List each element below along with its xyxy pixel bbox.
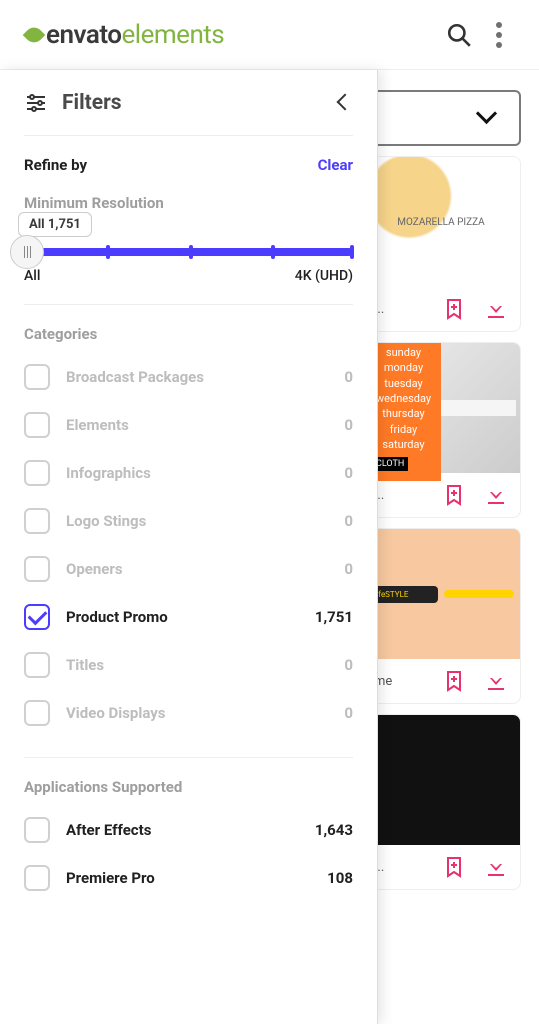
download-icon[interactable] xyxy=(484,297,508,321)
category-option[interactable]: Infographics 0 xyxy=(24,449,353,497)
overflow-menu-button[interactable] xyxy=(479,15,519,55)
brand-word-1: envato xyxy=(46,20,121,50)
slider-max-label: 4K (UHD) xyxy=(295,268,353,284)
checkbox[interactable] xyxy=(24,412,50,438)
option-label: Infographics xyxy=(66,464,151,482)
category-option[interactable]: Titles 0 xyxy=(24,641,353,689)
thumb-caption: sunday monday tuesday wednesday thursday… xyxy=(372,345,435,453)
result-card[interactable]: sunday monday tuesday wednesday thursday… xyxy=(361,342,521,518)
result-card[interactable]: ... xyxy=(361,714,521,890)
category-option[interactable]: Openers 0 xyxy=(24,545,353,593)
option-count: 0 xyxy=(344,656,353,674)
thumb-caption: MOZARELLA PIZZA xyxy=(397,217,484,228)
option-count: 0 xyxy=(344,560,353,578)
categories-heading: Categories xyxy=(24,325,353,343)
collapse-panel-button[interactable] xyxy=(335,94,353,112)
checkbox[interactable] xyxy=(24,700,50,726)
option-label: Logo Stings xyxy=(66,512,146,530)
checkbox[interactable] xyxy=(24,508,50,534)
slider-track xyxy=(24,248,353,256)
resolution-slider[interactable]: All 1,751 All 4K (UHD) xyxy=(24,248,353,284)
checkbox[interactable] xyxy=(24,364,50,390)
checkbox[interactable] xyxy=(24,460,50,486)
filters-header: Filters xyxy=(24,70,353,136)
option-count: 0 xyxy=(344,464,353,482)
application-option[interactable]: Premiere Pro 108 xyxy=(24,854,353,902)
applications-heading: Applications Supported xyxy=(24,778,353,796)
applications-section: Applications Supported After Effects 1,6… xyxy=(24,758,353,922)
option-label: Titles xyxy=(66,656,104,674)
search-icon xyxy=(446,22,472,48)
card-actions: me xyxy=(362,659,520,703)
option-label: Openers xyxy=(66,560,123,578)
sort-dropdown[interactable] xyxy=(361,90,521,146)
option-label: Elements xyxy=(66,416,129,434)
overflow-icon xyxy=(496,22,502,28)
checkbox[interactable] xyxy=(24,865,50,891)
refine-by-label: Refine by xyxy=(24,156,87,174)
checkbox[interactable] xyxy=(24,604,50,630)
clear-filters-link[interactable]: Clear xyxy=(318,156,353,174)
slider-handle[interactable] xyxy=(10,235,44,269)
option-count: 0 xyxy=(344,416,353,434)
option-count: 0 xyxy=(344,368,353,386)
option-count: 0 xyxy=(344,704,353,722)
results-column: MOZARELLA PIZZA ... sunday monday tuesda… xyxy=(361,90,521,890)
search-button[interactable] xyxy=(439,15,479,55)
option-count: 1,751 xyxy=(315,608,353,626)
option-label: Video Displays xyxy=(66,704,166,722)
category-option[interactable]: Video Displays 0 xyxy=(24,689,353,737)
topbar: envato elements xyxy=(0,0,539,70)
slider-tooltip: All 1,751 xyxy=(18,212,92,237)
option-count: 1,643 xyxy=(315,821,353,839)
result-card[interactable]: MOZARELLA PIZZA ... xyxy=(361,156,521,332)
card-actions: ... xyxy=(362,845,520,889)
sliders-icon xyxy=(24,91,48,115)
category-option[interactable]: Broadcast Packages 0 xyxy=(24,353,353,401)
filters-title: Filters xyxy=(62,91,122,115)
card-thumbnail: LifeSTYLE xyxy=(362,529,520,659)
option-label: Product Promo xyxy=(66,608,168,626)
bookmark-add-icon[interactable] xyxy=(442,483,466,507)
thumb-caption: LifeSTYLE xyxy=(368,586,438,603)
bookmark-add-icon[interactable] xyxy=(442,297,466,321)
option-label: Broadcast Packages xyxy=(66,368,204,386)
bookmark-add-icon[interactable] xyxy=(442,855,466,879)
download-icon[interactable] xyxy=(484,483,508,507)
card-thumbnail: MOZARELLA PIZZA xyxy=(362,157,520,287)
leaf-icon xyxy=(23,23,46,46)
checkbox[interactable] xyxy=(24,817,50,843)
card-actions: ... xyxy=(362,287,520,331)
checkbox[interactable] xyxy=(24,652,50,678)
chevron-down-icon xyxy=(479,109,497,127)
brand-word-2: elements xyxy=(121,20,224,50)
resolution-heading: Minimum Resolution xyxy=(24,194,353,212)
option-label: Premiere Pro xyxy=(66,869,155,887)
category-option[interactable]: Elements 0 xyxy=(24,401,353,449)
brand-logo[interactable]: envato elements xyxy=(26,20,224,50)
option-label: After Effects xyxy=(66,821,151,839)
category-option[interactable]: Product Promo 1,751 xyxy=(24,593,353,641)
resolution-section: Minimum Resolution All 1,751 All 4K (UHD… xyxy=(24,174,353,305)
result-card[interactable]: LifeSTYLE me xyxy=(361,528,521,704)
application-option[interactable]: After Effects 1,643 xyxy=(24,806,353,854)
card-thumbnail: sunday monday tuesday wednesday thursday… xyxy=(362,343,520,473)
category-option[interactable]: Logo Stings 0 xyxy=(24,497,353,545)
option-count: 0 xyxy=(344,512,353,530)
card-thumbnail xyxy=(362,715,520,845)
refine-section: Refine by Clear xyxy=(24,136,353,174)
option-count: 108 xyxy=(327,869,353,887)
categories-section: Categories Broadcast Packages 0 Elements… xyxy=(24,305,353,758)
checkbox[interactable] xyxy=(24,556,50,582)
filters-panel: Filters Refine by Clear Minimum Resoluti… xyxy=(0,70,378,1024)
slider-min-label: All xyxy=(24,268,40,284)
download-icon[interactable] xyxy=(484,669,508,693)
bookmark-add-icon[interactable] xyxy=(442,669,466,693)
download-icon[interactable] xyxy=(484,855,508,879)
